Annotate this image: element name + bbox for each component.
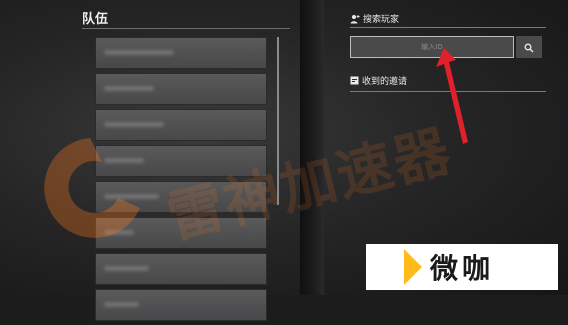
team-slot[interactable] (95, 37, 267, 69)
watermark-logo-icon (44, 138, 140, 238)
team-panel-title: 队伍 (82, 12, 109, 27)
search-header-divider (350, 27, 546, 28)
received-invites-header: 收到的邀请 (350, 74, 407, 87)
team-title-divider (82, 28, 290, 29)
search-icon (524, 38, 534, 57)
received-invites-label: 收到的邀请 (362, 77, 408, 87)
search-players-label: 搜索玩家 (363, 15, 400, 25)
blurred-player-name (104, 302, 139, 307)
watermark-overlay: 雷神加速器 (20, 118, 458, 252)
blurred-player-name (104, 50, 174, 55)
watermark-text: 雷神加速器 (161, 118, 459, 252)
search-button[interactable] (516, 36, 542, 58)
team-slot[interactable] (95, 289, 267, 321)
blurred-player-name (104, 86, 154, 91)
add-person-icon (350, 14, 360, 24)
team-slot[interactable] (95, 73, 267, 105)
invite-card-icon (350, 76, 359, 85)
team-slot[interactable] (95, 253, 267, 285)
blurred-player-name (104, 122, 164, 127)
blurred-player-name (104, 266, 149, 271)
watermark-badge-text: 微咖 (429, 252, 494, 285)
watermark-badge: 微咖 (366, 244, 558, 290)
watermark-badge-accent (404, 249, 422, 285)
game-lobby-screen: 队伍 搜索玩家 输入ID 收到的邀请 雷神加速器 微咖 (0, 0, 568, 321)
search-players-header: 搜索玩家 (350, 12, 399, 25)
